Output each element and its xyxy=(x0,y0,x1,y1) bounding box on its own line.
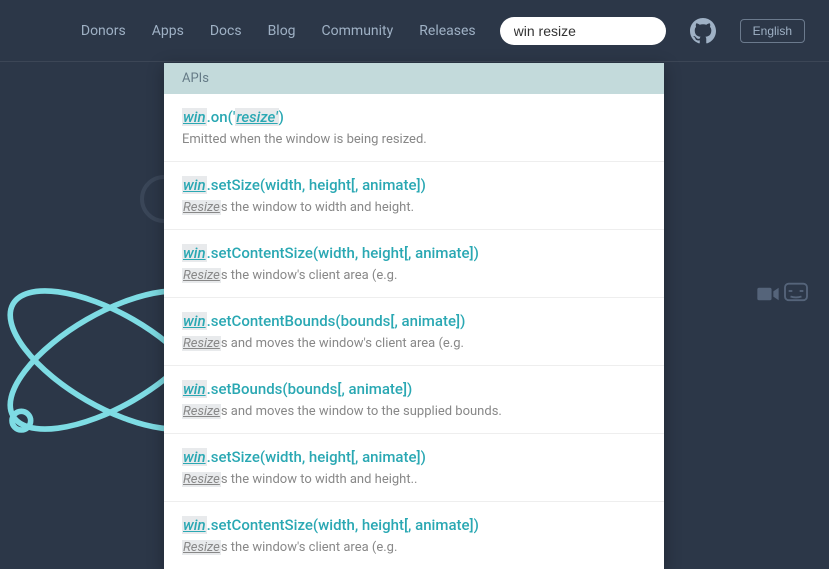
language-button[interactable]: English xyxy=(740,19,805,43)
result-title: win.setBounds(bounds[, animate]) xyxy=(182,380,646,398)
search-result-item[interactable]: win.setContentSize(width, height[, anima… xyxy=(164,502,664,569)
result-description: Resizes and moves the window to the supp… xyxy=(182,404,646,419)
result-description: Resizes and moves the window's client ar… xyxy=(182,336,646,351)
nav-link-releases[interactable]: Releases xyxy=(419,23,475,39)
result-title: win.setSize(width, height[, animate]) xyxy=(182,448,646,466)
video-icon xyxy=(757,286,779,302)
nav-link-blog[interactable]: Blog xyxy=(268,23,296,39)
result-description: Resizes the window to width and height.. xyxy=(182,472,646,487)
bg-app-icons xyxy=(757,280,809,318)
search-input[interactable] xyxy=(500,17,666,45)
result-title: win.on('resize') xyxy=(182,108,646,126)
result-description: Resizes the window to width and height. xyxy=(182,200,646,215)
nav-link-community[interactable]: Community xyxy=(322,23,394,39)
search-result-item[interactable]: win.setSize(width, height[, animate]) Res… xyxy=(164,162,664,230)
search-result-item[interactable]: win.setSize(width, height[, animate]) Res… xyxy=(164,434,664,502)
result-title: win.setSize(width, height[, animate]) xyxy=(182,176,646,194)
result-title: win.setContentBounds(bounds[, animate]) xyxy=(182,312,646,330)
search-result-item[interactable]: win.on('resize') Emitted when the window … xyxy=(164,94,664,162)
robot-icon xyxy=(783,280,809,302)
search-results-dropdown: APIs win.on('resize') Emitted when the wi… xyxy=(164,63,664,569)
result-title: win.setContentSize(width, height[, anima… xyxy=(182,516,646,534)
result-title: win.setContentSize(width, height[, anima… xyxy=(182,244,646,262)
header: Donors Apps Docs Blog Community Releases… xyxy=(0,0,829,62)
result-description: Resizes the window's client area (e.g. xyxy=(182,268,646,283)
search-result-item[interactable]: win.setContentSize(width, height[, anima… xyxy=(164,230,664,298)
github-icon[interactable] xyxy=(690,18,716,44)
search-result-item[interactable]: win.setBounds(bounds[, animate]) Resizes … xyxy=(164,366,664,434)
nav-link-apps[interactable]: Apps xyxy=(152,23,184,39)
nav-link-docs[interactable]: Docs xyxy=(210,23,242,39)
result-description: Resizes the window's client area (e.g. xyxy=(182,540,646,555)
search-result-item[interactable]: win.setContentBounds(bounds[, animate]) R… xyxy=(164,298,664,366)
result-description: Emitted when the window is being resized… xyxy=(182,132,646,147)
dropdown-section-header: APIs xyxy=(164,63,664,94)
nav-link-donors[interactable]: Donors xyxy=(81,23,126,39)
nav-links: Donors Apps Docs Blog Community Releases xyxy=(81,23,476,39)
